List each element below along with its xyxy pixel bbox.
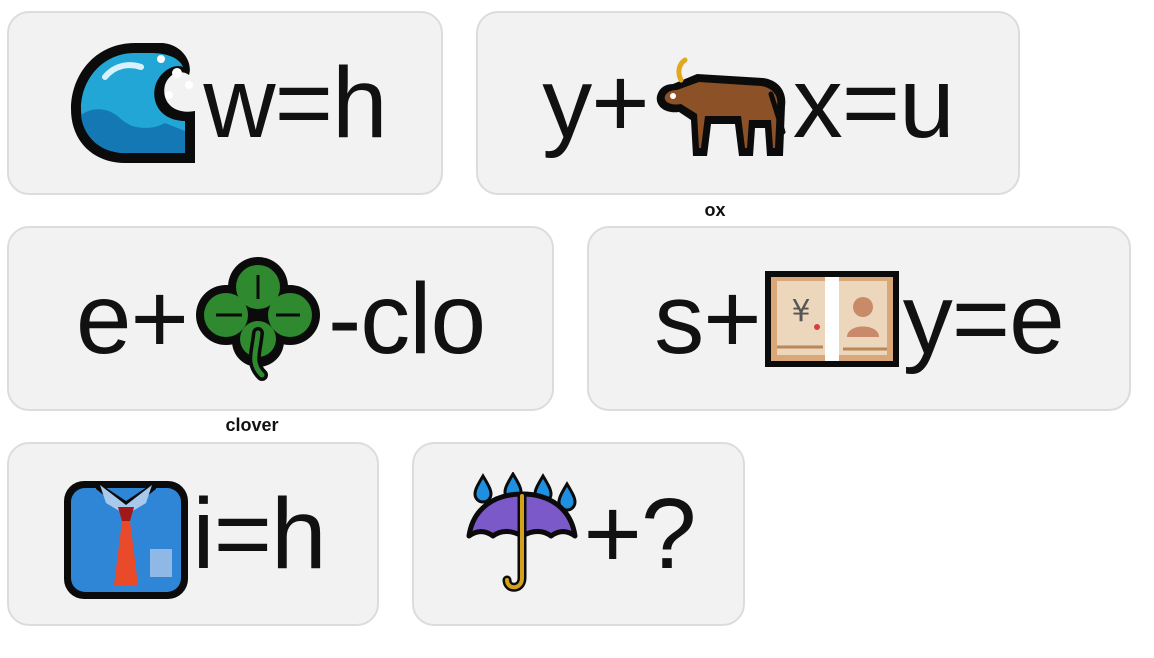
puzzle-card-5: i=h (7, 442, 379, 626)
expr-suffix: i=h (192, 478, 326, 590)
expr-suffix: x=u (792, 47, 955, 159)
emoji-caption: ox (704, 200, 726, 220)
puzzle-expression: s+ ¥ y=e (589, 228, 1129, 409)
water-wave-icon (65, 35, 201, 171)
puzzle-card-4: s+ ¥ y=e (587, 226, 1131, 411)
expr-suffix: y=e (902, 262, 1065, 375)
puzzle-card-6: +? (412, 442, 745, 626)
expr-suffix: w=h (203, 47, 387, 159)
expr-prefix: y+ (542, 47, 649, 159)
emoji-caption: clover (225, 415, 279, 435)
svg-text:¥: ¥ (791, 294, 810, 329)
puzzle-expression: e+ -clo (9, 228, 552, 409)
expr-suffix: -clo (327, 262, 486, 375)
puzzle-card-2: y+ x=u (476, 11, 1020, 195)
puzzle-expression: +? (414, 444, 743, 624)
puzzle-expression: i=h (9, 444, 377, 624)
shirt-tie-icon (62, 467, 190, 601)
umbrella-rain-icon (463, 472, 581, 596)
puzzle-expression: w=h (9, 13, 441, 193)
yen-banknote-icon: ¥ (763, 269, 901, 369)
expr-suffix: +? (583, 478, 696, 590)
expr-prefix: e+ (75, 262, 189, 375)
puzzle-card-1: w=h (7, 11, 443, 195)
clover-icon (190, 253, 326, 385)
puzzle-expression: y+ x=u (478, 13, 1018, 193)
expr-prefix: s+ (654, 262, 761, 375)
ox-icon (651, 44, 791, 162)
puzzle-card-3: e+ -clo (7, 226, 554, 411)
